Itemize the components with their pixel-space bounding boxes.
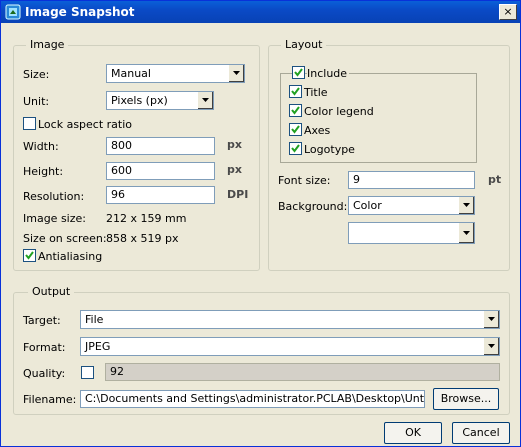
layout-legend: Layout [281, 38, 327, 51]
chevron-down-icon[interactable] [228, 65, 244, 82]
ok-button[interactable]: OK [384, 422, 442, 444]
antialiasing-label: Antialiasing [38, 250, 103, 263]
unit-select[interactable]: Pixels (px) [106, 91, 214, 110]
chevron-down-icon[interactable] [483, 311, 499, 328]
axes-checkbox[interactable] [289, 123, 302, 136]
include-checkbox[interactable] [292, 66, 305, 79]
output-legend: Output [28, 285, 75, 298]
include-label: Include [307, 67, 350, 80]
checkmark-icon [291, 125, 300, 134]
quality-label: Quality: [23, 367, 66, 380]
image-snapshot-dialog: Image Snapshot × Image Size: Manual Unit… [0, 0, 521, 447]
color-legend-label: Color legend [304, 105, 374, 118]
color-legend-checkbox[interactable] [289, 104, 302, 117]
unit-value: Pixels (px) [111, 94, 168, 107]
target-value: File [85, 313, 104, 326]
background-label: Background: [278, 200, 348, 213]
lock-aspect-checkbox[interactable] [23, 117, 36, 130]
close-button[interactable]: × [499, 4, 517, 20]
size-on-screen-value: 858 x 519 px [106, 232, 179, 245]
target-select[interactable]: File [80, 310, 500, 329]
axes-label: Axes [304, 124, 331, 137]
window-title: Image Snapshot [25, 5, 135, 19]
size-label: Size: [23, 68, 50, 81]
height-unit: px [227, 163, 242, 176]
image-size-label: Image size: [23, 212, 86, 225]
font-size-input[interactable]: 9 [348, 171, 475, 189]
width-unit: px [227, 138, 242, 151]
chevron-down-icon[interactable] [458, 223, 474, 243]
lock-aspect-label: Lock aspect ratio [38, 118, 133, 131]
background-color-select[interactable] [348, 222, 475, 244]
height-label: Height: [23, 165, 64, 178]
background-value: Color [353, 199, 382, 212]
title-label: Title [304, 86, 328, 99]
cancel-button[interactable]: Cancel [452, 422, 510, 444]
checkmark-icon [294, 68, 303, 77]
checkmark-icon [291, 87, 300, 96]
quality-input[interactable]: 92 [105, 363, 500, 381]
size-on-screen-label: Size on screen: [23, 232, 107, 245]
chevron-down-icon[interactable] [483, 338, 499, 355]
browse-button[interactable]: Browse... [433, 388, 499, 410]
chevron-down-icon[interactable] [458, 197, 474, 214]
logotype-checkbox[interactable] [289, 142, 302, 155]
resolution-input[interactable]: 96 [106, 186, 215, 204]
quality-checkbox[interactable] [81, 366, 94, 379]
filename-label: Filename: [23, 393, 77, 406]
resolution-unit: DPI [227, 188, 249, 201]
checkmark-icon [291, 144, 300, 153]
title-checkbox[interactable] [289, 85, 302, 98]
format-select[interactable]: JPEG [80, 337, 500, 356]
image-legend: Image [26, 38, 69, 51]
width-input[interactable]: 800 [106, 137, 215, 155]
image-size-value: 212 x 159 mm [106, 212, 187, 225]
unit-label: Unit: [23, 95, 50, 108]
title-bar: Image Snapshot × [1, 1, 520, 23]
height-input[interactable]: 600 [106, 162, 215, 180]
background-select[interactable]: Color [348, 196, 475, 215]
checkmark-icon [291, 106, 300, 115]
close-icon: × [503, 5, 513, 18]
font-size-label: Font size: [278, 174, 331, 187]
format-value: JPEG [85, 340, 111, 353]
format-label: Format: [23, 341, 66, 354]
target-label: Target: [23, 314, 61, 327]
logotype-label: Logotype [304, 143, 355, 156]
font-size-unit: pt [488, 173, 502, 186]
filename-input[interactable]: C:\Documents and Settings\administrator.… [80, 390, 425, 408]
width-label: Width: [23, 140, 59, 153]
chevron-down-icon[interactable] [197, 92, 213, 109]
resolution-label: Resolution: [23, 190, 85, 203]
size-select[interactable]: Manual [106, 64, 245, 83]
size-value: Manual [111, 67, 151, 80]
app-icon [5, 4, 21, 20]
checkmark-icon [25, 251, 34, 260]
antialiasing-checkbox[interactable] [23, 249, 36, 262]
